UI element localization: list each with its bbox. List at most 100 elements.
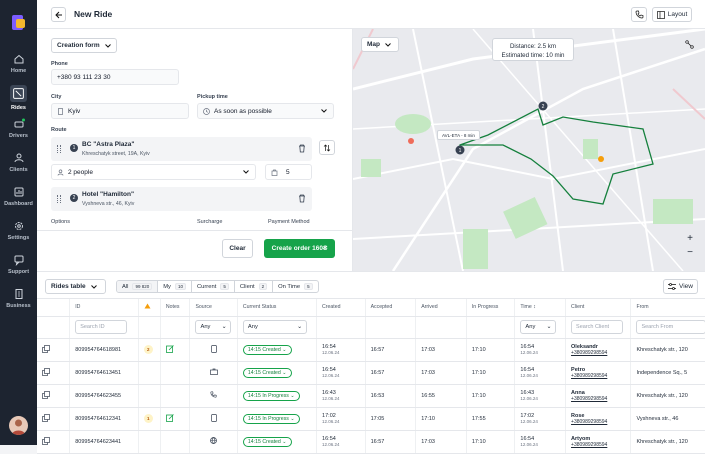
search-client-input[interactable]: Search Client [571,320,624,334]
table-row[interactable]: 809954764613451 14:15 Created ⌄ 16:54 12.… [37,361,705,385]
create-order-button[interactable]: Create order 160₴ [264,239,335,258]
copy-icon[interactable] [42,390,50,399]
cell-from: Independence Sq., 5 [630,361,705,385]
client-phone-link[interactable]: +380989298594 [571,373,630,379]
chevron-down-icon [321,109,327,113]
copy-icon[interactable] [42,367,50,376]
layout-button[interactable]: Layout [652,7,692,22]
passengers-select[interactable]: 2 people [51,164,256,180]
status-badge[interactable]: 14:15 Created ⌄ [242,436,292,447]
cell-status: 14:15 In Progress ⌄ [237,384,318,408]
client-phone-link[interactable]: +380989298594 [571,419,630,425]
note-edit-icon[interactable] [166,413,174,424]
filter-cell [138,316,161,339]
zoom-in-button[interactable]: + [683,233,697,245]
table-row[interactable]: 809954764612341 1 14:15 In Progress ⌄ 17… [37,407,705,431]
view-label: View [679,283,693,290]
copy-icon[interactable] [42,413,50,422]
city-select[interactable]: Kyiv [51,103,189,119]
route-stop[interactable]: 1 BC "Astra Plaza" Khreschatyk street, 1… [51,137,312,161]
col-header-created[interactable]: Created [316,299,366,317]
sidebar-item-clients[interactable]: Clients [0,152,37,173]
client-phone-link[interactable]: +380989298594 [571,396,630,402]
col-header-from[interactable]: From [630,299,705,317]
col-header-arrived[interactable]: Arrived [415,299,467,317]
map[interactable]: 2 1 Map Distance: 2.5 km Estimated time:… [353,29,705,271]
status-badge[interactable]: 14:15 Created ⌄ [242,344,292,355]
filter-tab-my[interactable]: My 10 [158,281,192,292]
cell-id[interactable]: 809954764612341 [69,407,139,431]
drag-handle-icon[interactable] [57,145,61,153]
cell-id[interactable]: 809954764623441 [69,430,139,454]
swap-icon [323,144,331,151]
table-row[interactable]: 809954764618981 2 14:15 Created ⌄ 16:54 1… [37,338,705,362]
sidebar-item-business[interactable]: Business [0,288,37,309]
col-header-id[interactable]: ID [69,299,139,317]
phone-input[interactable]: +380 93 111 23 30 [51,69,179,85]
map-fullscreen-button[interactable] [681,37,697,52]
source-phone-icon [210,344,217,355]
call-button[interactable] [631,7,647,22]
map-type-select[interactable]: Map [361,37,399,52]
col-header-progress[interactable]: In Progress [466,299,516,317]
cell-id[interactable]: 809954764613451 [69,361,139,385]
building-icon [58,107,63,115]
search-from-input[interactable]: Search From [636,320,705,334]
back-button[interactable] [51,7,66,22]
payment-label: Payment Method [268,219,310,225]
swap-route-button[interactable] [319,140,335,155]
source-filter-select[interactable]: Any ⌄ [195,320,232,334]
sidebar-item-rides[interactable]: Rides [0,85,37,111]
table-row[interactable]: 809954764623455 14:15 In Progress ⌄ 16:4… [37,384,705,408]
avatar[interactable] [9,416,28,435]
trash-icon[interactable] [298,194,306,203]
luggage-value: 5 [286,168,290,176]
copy-icon[interactable] [42,436,50,445]
pickup-select[interactable]: As soon as possible [197,103,334,119]
cell-source [189,361,238,385]
copy-icon[interactable] [42,344,50,353]
view-button[interactable]: View [663,279,698,294]
cell-id[interactable]: 809954764618981 [69,338,139,362]
sidebar-item-drivers[interactable]: Drivers [0,118,37,139]
zoom-out-button[interactable]: − [683,247,697,259]
col-header-time[interactable]: Time ↕ [514,299,567,317]
filter-tab-client[interactable]: Client 2 [235,281,274,292]
cell-status: 14:15 Created ⌄ [237,430,318,454]
chevron-down-icon: ⌄ [297,324,302,330]
col-header-source[interactable]: Source [189,299,238,317]
route-stop[interactable]: 2 Hotel "Hamilton" Vyshneva str., 46, Ky… [51,187,312,211]
sidebar-item-dashboard[interactable]: Dashboard [0,186,37,207]
sidebar-item-settings[interactable]: Settings [0,220,37,241]
sidebar-item-label: Support [7,269,30,275]
table-select[interactable]: Rides table [45,279,106,294]
status-filter-select[interactable]: Any ⌄ [242,320,307,334]
col-header-notes[interactable]: Notes [160,299,191,317]
source-briefcase-icon [209,368,218,377]
filter-tab-all[interactable]: All 99 820 [117,281,159,292]
status-badge[interactable]: 14:15 In Progress ⌄ [242,390,300,401]
luggage-input[interactable]: 5 [265,164,312,180]
cell-id[interactable]: 809954764623455 [69,384,139,408]
col-header-client[interactable]: Client [565,299,632,317]
col-header-status[interactable]: Current Status [237,299,318,317]
client-phone-link[interactable]: +380989298594 [571,350,630,356]
time-filter-select[interactable]: Any ⌄ [520,320,557,334]
clear-button[interactable]: Clear [222,239,253,258]
sidebar-item-support[interactable]: Support [0,254,37,275]
filter-tab-current[interactable]: Current 5 [192,281,235,292]
filter-cell: Search ID [69,316,139,339]
trash-icon[interactable] [298,144,306,153]
filter-tab-on-time[interactable]: On Time 5 [273,281,317,292]
col-header-accepted[interactable]: Accepted [365,299,417,317]
status-badge[interactable]: 14:15 In Progress ⌄ [242,413,300,424]
cell-copy [37,361,71,385]
note-edit-icon[interactable] [166,344,174,355]
form-mode-select[interactable]: Creation form [51,38,117,53]
table-row[interactable]: 809954764623441 14:15 Created ⌄ 16:54 12.… [37,430,705,454]
status-badge[interactable]: 14:15 Created ⌄ [242,367,292,378]
chevron-down-icon [385,42,391,47]
drag-handle-icon[interactable] [57,195,61,203]
sidebar-item-home[interactable]: Home [0,53,37,74]
search-id-input[interactable]: Search ID [75,320,128,334]
